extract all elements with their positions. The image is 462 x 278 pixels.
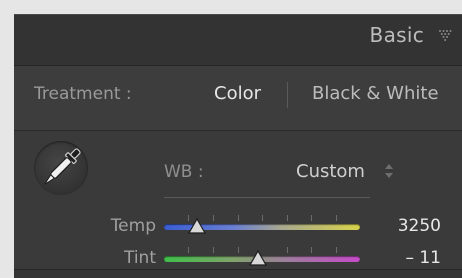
tick-mark <box>287 247 288 253</box>
treatment-label: Treatment : <box>34 84 132 104</box>
tick-mark <box>336 215 337 221</box>
tick-mark <box>213 247 214 253</box>
basic-panel: Basic Treatment : Color Black & White WB… <box>14 14 462 278</box>
tint-value[interactable]: – 11 <box>381 248 441 268</box>
updown-arrows-icon[interactable] <box>384 163 394 179</box>
temp-label: Temp <box>110 216 156 236</box>
eyedropper-icon <box>44 148 81 185</box>
tick-mark <box>238 247 239 253</box>
treatment-color-option[interactable]: Color <box>214 83 261 104</box>
treatment-bw-option[interactable]: Black & White <box>312 83 439 104</box>
panel-header[interactable]: Basic <box>14 15 462 66</box>
tick-mark <box>213 215 214 221</box>
tick-mark <box>238 215 239 221</box>
temp-slider-thumb[interactable] <box>188 218 206 234</box>
tick-mark <box>188 247 189 253</box>
tick-mark <box>287 215 288 221</box>
lightroom-window: Basic Treatment : Color Black & White WB… <box>0 0 462 278</box>
white-balance-section: WB : Custom Temp 3250 Tint – 11 <box>14 131 462 278</box>
white-balance-selector-button[interactable] <box>34 141 88 195</box>
panel-title: Basic <box>369 23 424 47</box>
wb-label: WB : <box>164 162 204 182</box>
temp-value[interactable]: 3250 <box>381 216 441 236</box>
wb-underline <box>164 197 370 198</box>
tick-mark <box>311 247 312 253</box>
treatment-divider <box>287 82 288 108</box>
wb-preset-dropdown[interactable]: Custom <box>296 161 365 182</box>
collapse-triangle-icon[interactable] <box>438 29 454 43</box>
treatment-row: Treatment : Color Black & White <box>14 66 462 131</box>
tick-mark <box>311 215 312 221</box>
tint-slider-thumb[interactable] <box>249 250 267 266</box>
tint-label: Tint <box>123 248 156 268</box>
tick-mark <box>336 247 337 253</box>
tick-mark <box>262 215 263 221</box>
